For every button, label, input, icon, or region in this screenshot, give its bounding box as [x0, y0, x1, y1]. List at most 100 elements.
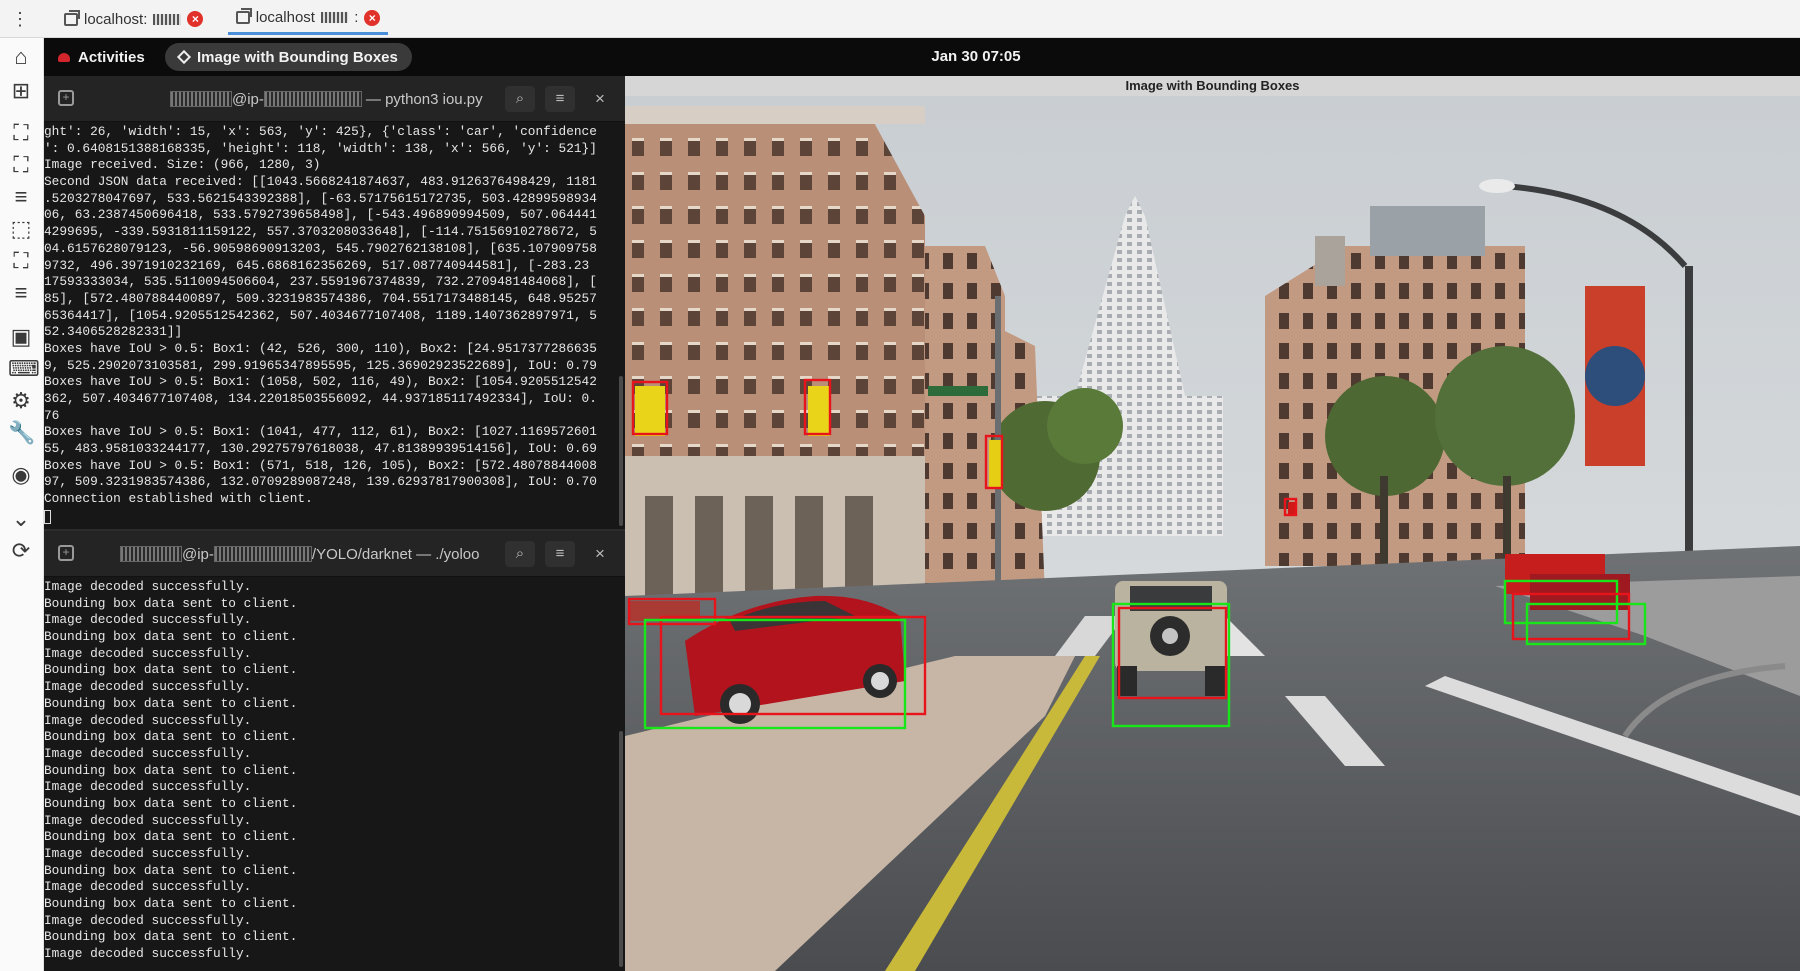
close-icon[interactable]: × — [585, 86, 615, 112]
terminal-line: Boxes have IoU > 0.5: Box1: (1041, 477, … — [44, 424, 597, 440]
app-menu-label: Image with Bounding Boxes — [197, 48, 398, 66]
fit-icon[interactable]: ⛶ — [8, 248, 34, 274]
camera-icon[interactable]: ◉ — [8, 462, 34, 488]
terminal-line: Connection established with client. — [44, 491, 313, 507]
terminal-cursor — [44, 509, 51, 524]
terminal-line: ': 0.6408151388168335, 'height': 118, 'w… — [44, 140, 597, 156]
screen: { "browser": { "menu_icon": "vertical-do… — [0, 0, 1800, 971]
terminal-line: Bounding box data sent to client. — [44, 896, 298, 912]
terminal-line: Bounding box data sent to client. — [44, 695, 298, 711]
terminal-title-host: @ip- — [182, 545, 214, 563]
search-icon[interactable]: ⌕ — [505, 541, 535, 567]
street-scene-svg — [625, 96, 1800, 971]
terminal-header: + @ip- — python3 iou.py ⌕ ≡ × — [44, 76, 625, 122]
chevron-down-icon[interactable]: ⌄ — [8, 506, 34, 532]
hamburger-menu-icon[interactable]: ≡ — [545, 86, 575, 112]
tab-label-suffix: : — [354, 9, 359, 26]
terminal-header: + @ip- /YOLO/darknet — ./yoloo ⌕ ≡ × — [44, 531, 625, 577]
terminal-line: Image decoded successfully. — [44, 645, 252, 661]
display-icon[interactable]: ▣ — [8, 324, 34, 350]
terminal-line: Bounding box data sent to client. — [44, 629, 298, 645]
terminal-line: 76 — [44, 407, 60, 423]
list-icon[interactable]: ≡ — [8, 280, 34, 306]
terminal-title: @ip- — python3 iou.py — [170, 88, 483, 110]
browser-tab-bar: ⋮ localhost: × localhost : × — [0, 0, 1800, 38]
redacted-text — [263, 91, 362, 107]
terminal-line: Bounding box data sent to client. — [44, 929, 298, 945]
remote-desktop-icon — [64, 9, 80, 26]
terminal-line: Bounding box data sent to client. — [44, 795, 298, 811]
wrench-icon[interactable]: 🔧 — [8, 420, 35, 446]
image-window-title[interactable]: Image with Bounding Boxes — [625, 76, 1800, 96]
terminal-line: Boxes have IoU > 0.5: Box1: (42, 526, 30… — [44, 340, 597, 356]
terminal-line: Image decoded successfully. — [44, 745, 252, 761]
vertical-dots-icon[interactable]: ⋮ — [10, 8, 30, 32]
terminal-output: Image decoded successfully. Bounding box … — [44, 579, 625, 963]
browser-tab-1[interactable]: localhost: × — [56, 3, 214, 35]
redacted-text — [320, 12, 349, 23]
image-window[interactable]: Image with Bounding Boxes — [625, 76, 1800, 971]
activities-label: Activities — [78, 48, 145, 66]
terminal-line: 17593333034, 535.5110094506604, 237.5591… — [44, 274, 597, 290]
terminal-scrollbar[interactable] — [619, 731, 623, 967]
terminal-line: 4299695, -339.5931811159122, 557.3703208… — [44, 224, 597, 240]
terminal-output: ght': 26, 'width': 15, 'x': 563, 'y': 42… — [44, 124, 625, 524]
terminal-yolo[interactable]: + @ip- /YOLO/darknet — ./yoloo ⌕ ≡ × Ima… — [44, 531, 625, 971]
terminal-line: .5203278047697, 533.5621543392388], [-63… — [44, 190, 597, 206]
keyboard-icon[interactable]: ⌨ — [8, 356, 40, 382]
terminal-line: Bounding box data sent to client. — [44, 662, 298, 678]
redacted-text — [213, 546, 312, 562]
close-icon[interactable]: × — [187, 11, 204, 27]
terminal-line: 85], [572.4807884400897, 509.32319835743… — [44, 290, 597, 306]
terminal-line: Boxes have IoU > 0.5: Box1: (571, 518, 1… — [44, 457, 597, 473]
terminal-line: 52.3406528282331]] — [44, 324, 183, 340]
terminal-line: Boxes have IoU > 0.5: Box1: (1058, 502, … — [44, 374, 597, 390]
terminal-line: 55, 483.9581033244177, 130.2927579761803… — [44, 441, 597, 457]
new-tab-icon[interactable]: + — [58, 90, 74, 106]
menu-icon[interactable]: ≡ — [8, 184, 34, 210]
close-icon[interactable]: × — [364, 9, 380, 26]
hamburger-menu-icon[interactable]: ≡ — [545, 541, 575, 567]
terminal-line: 65364417], [1054.9205512542362, 507.4034… — [44, 307, 597, 323]
terminal-iou[interactable]: + @ip- — python3 iou.py ⌕ ≡ × ght': 26, … — [44, 76, 625, 529]
app-menu-button[interactable]: Image with Bounding Boxes — [165, 43, 412, 71]
terminal-line: Bounding box data sent to client. — [44, 829, 298, 845]
terminal-line: 97, 509.3231983574386, 132.0709289087248… — [44, 474, 597, 490]
terminal-line: 9732, 496.3971910232169, 645.68681623562… — [44, 257, 590, 273]
tab-label: localhost — [255, 9, 315, 26]
remote-desktop-icon — [236, 8, 252, 24]
reconnect-icon[interactable]: ⟳ — [8, 538, 34, 564]
terminal-line: Image decoded successfully. — [44, 812, 252, 828]
terminal-scrollbar[interactable] — [619, 376, 623, 526]
terminal-title-host: @ip- — [232, 90, 264, 108]
street-scene-image — [625, 96, 1800, 971]
new-tab-icon[interactable]: + — [58, 545, 74, 561]
tab-label: localhost: — [84, 10, 148, 28]
app-diamond-icon — [176, 49, 192, 65]
terminal-title-command: — python3 iou.py — [365, 90, 483, 108]
home-icon[interactable]: ⌂ — [8, 44, 34, 70]
close-icon[interactable]: × — [585, 541, 615, 567]
settings-icon[interactable]: ⚙ — [8, 388, 34, 414]
activities-button[interactable]: Activities — [58, 38, 145, 76]
terminal-line: Image decoded successfully. — [44, 946, 252, 962]
terminal-line: Image decoded successfully. — [44, 912, 252, 928]
region-icon[interactable]: ⬚ — [8, 216, 34, 242]
terminal-line: Image received. Size: (966, 1280, 3) — [44, 157, 321, 173]
terminal-line: 06, 63.2387450696418, 533.5792739658498]… — [44, 207, 597, 223]
search-icon[interactable]: ⌕ — [505, 86, 535, 112]
terminal-line: Bounding box data sent to client. — [44, 729, 298, 745]
terminal-line: Bounding box data sent to client. — [44, 862, 298, 878]
terminal-line: Second JSON data received: [[1043.566824… — [44, 174, 597, 190]
terminal-line: 362, 507.4034677107408, 134.220185035560… — [44, 391, 597, 406]
new-window-icon[interactable]: ⊞ — [8, 78, 34, 104]
terminal-line: Image decoded successfully. — [44, 579, 252, 594]
terminal-title: @ip- /YOLO/darknet — ./yoloo — [120, 543, 479, 565]
system-top-bar: Activities Image with Bounding Boxes Jan… — [44, 38, 1800, 76]
screenshot-icon[interactable]: ⛶ — [8, 120, 34, 146]
terminal-line: Bounding box data sent to client. — [44, 595, 298, 611]
terminal-line: 9, 525.2902073103581, 299.91965347895595… — [44, 357, 597, 373]
browser-tab-2[interactable]: localhost : × — [228, 3, 388, 35]
redacted-text — [153, 13, 182, 25]
fullscreen-icon[interactable]: ⛶ — [8, 152, 34, 178]
